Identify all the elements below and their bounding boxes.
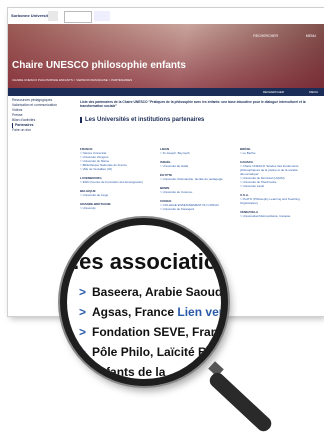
partner-link-text: Université de Kisangani [162,207,195,211]
partner-link[interactable]: > Université de Liège [80,193,154,197]
partner-link-text: Le Berthe [242,151,256,155]
chevron-right-icon: > [79,285,87,299]
partner-link[interactable]: > Université de Kisangani [160,207,234,211]
nav-search-link[interactable]: RECHERCHER [263,90,284,94]
partner-link-text: University [82,206,96,210]
partner-link-text: Chaire UNESCO "Etudes des fondements phi… [240,164,299,176]
partner-link-text: Université Laval [242,184,264,188]
magnified-item[interactable]: > Pôle Philo, Laïcité B [79,345,207,359]
partner-column: LIBAN > St Joseph, Beyrouth ISRAËL > Univer… [160,142,234,211]
magnified-item[interactable]: >Agsas, France Lien vers l [79,305,221,319]
section-heading: Les Universités et institutions partenai… [80,116,316,123]
chevron-right-icon: > [79,325,87,339]
partner-link[interactable]: > Universidad Metropolitana, Caracas [240,214,314,218]
magnified-item[interactable]: > Fondation SEVE, France [79,325,221,339]
chevron-right-icon: > [79,305,87,319]
magnified-heading: .es associations [73,249,228,274]
partner-link[interactable]: > University [80,206,154,210]
magnified-item[interactable]: > Baseera, Arabie Saoudite [79,285,221,299]
partner-link[interactable]: > Université de Haïfa [160,164,234,168]
partner-link-text: Université de Haïfa [162,164,189,168]
partner-link-text: Université d'Alexandrie, faculté de péda… [162,177,223,181]
partner-link[interactable]: > Ville de Versailles (IO) [80,167,154,171]
sidebar-item-don[interactable]: Faire un don [12,128,74,133]
partner-link[interactable]: > Chaire UNESCO "Etudes des fondements p… [240,164,314,176]
partner-link-text: Université de Liège [82,193,109,197]
chevron-right-icon: > [79,365,87,379]
magnifier-handle [206,370,275,435]
magnified-item[interactable]: > enfants de la [79,365,165,379]
partner-logo-2 [94,11,110,21]
magnifier-lens: .es associations > Baseera, Arabie Saoudi… [60,218,228,386]
partner-link[interactable]: > Université d'Alexandrie, faculté de pé… [160,177,234,181]
hero-search-link[interactable]: RECHERCHER [253,34,278,38]
partner-link-text: PLATO (Philosophy Learning and Teaching … [240,197,300,205]
chevron-right-icon: > [79,345,87,359]
sticky-nav: RECHERCHER MENU [8,88,324,96]
page-title: Chaire UNESCO philosophie enfants [12,60,186,71]
partner-link[interactable]: > Université Laval [240,184,314,188]
nav-menu-button[interactable]: MENU [309,90,318,94]
sidebar: Ressources pédagogiques Valorisation et … [12,98,74,133]
partner-link[interactable]: > Le Berthe [240,151,314,155]
partner-link-text: Université de Cotonou [162,190,193,194]
partner-link[interactable]: > St Joseph, Beyrouth [160,151,234,155]
partner-link[interactable]: > PLATO (Philosophy Learning and Teachin… [240,197,314,205]
intro-text: Liste des partenaires de la Chaire UNESC… [80,100,306,109]
partner-link-text: IFEN (Centre de Formation des Enseignant… [82,180,143,184]
partner-logo [48,11,58,21]
partner-link-text: St Joseph, Beyrouth [162,151,190,155]
top-bar: Sorbonne Université [8,8,324,24]
unesco-logo [64,11,92,23]
partner-link-text: Universidad Metropolitana, Caracas [242,214,291,218]
breadcrumb[interactable]: CHAIRE UNESCO PHILOSOPHIE ENFANTS > VERS… [12,78,132,82]
sorbonne-logo[interactable]: Sorbonne Université [11,11,50,21]
main-content: Liste des partenaires de la Chaire UNESC… [80,100,316,218]
partner-link-text: Ville de Versailles (IO) [82,167,113,171]
partner-column: BRÉSIL > Le Berthe CANADA > Chaire UNESCO "… [240,142,314,218]
partner-column: FRANCE > Nantes Université > Université d'… [80,142,154,210]
hero-menu-button[interactable]: MENU [306,34,316,38]
partner-link[interactable]: > Université de Cotonou [160,190,234,194]
partner-link[interactable]: > IFEN (Centre de Formation des Enseigna… [80,180,154,184]
hero-banner: RECHERCHER MENU Chaire UNESCO philosophi… [8,24,324,88]
